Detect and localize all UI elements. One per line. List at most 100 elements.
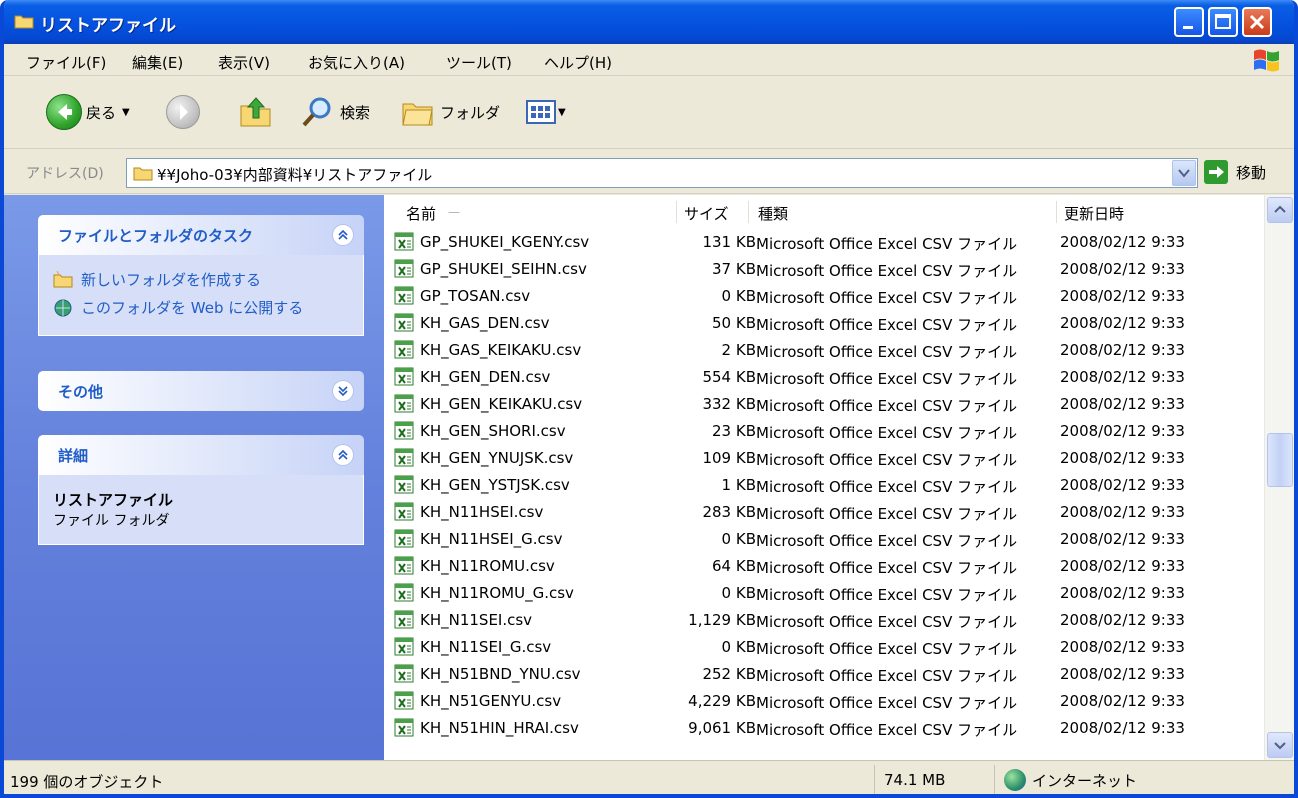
file-name: KH_N51HIN_HRAI.csv: [420, 719, 579, 737]
file-row[interactable]: KH_GAS_KEIKAKU.csv 2 KB Microsoft Office E…: [384, 337, 1264, 364]
file-type: Microsoft Office Excel CSV ファイル: [756, 505, 1018, 523]
expand-down-icon[interactable]: [332, 380, 354, 402]
chevron-down-icon[interactable]: ▼: [122, 107, 130, 118]
menu-help[interactable]: ヘルプ(H): [544, 52, 612, 73]
views-button[interactable]: ▼: [526, 91, 566, 133]
file-row[interactable]: KH_N51BND_YNU.csv 252 KB Microsoft Office …: [384, 661, 1264, 688]
scroll-thumb[interactable]: [1267, 433, 1293, 487]
maximize-icon: [1215, 14, 1231, 29]
file-row[interactable]: KH_GEN_SHORI.csv 23 KB Microsoft Office Ex…: [384, 418, 1264, 445]
file-name: KH_GAS_KEIKAKU.csv: [420, 341, 582, 359]
file-type: Microsoft Office Excel CSV ファイル: [756, 316, 1018, 334]
excel-csv-file-icon: [394, 340, 414, 359]
file-size: 0 KB: [721, 287, 756, 305]
file-row[interactable]: GP_TOSAN.csv 0 KB Microsoft Office Excel C…: [384, 283, 1264, 310]
views-chevron-down-icon[interactable]: ▼: [558, 107, 566, 118]
scroll-down-button[interactable]: [1267, 732, 1293, 758]
file-row[interactable]: GP_SHUKEI_KGENY.csv 131 KB Microsoft Offic…: [384, 229, 1264, 256]
chevron-up-icon: [1274, 205, 1286, 213]
file-type: Microsoft Office Excel CSV ファイル: [756, 451, 1018, 469]
file-row[interactable]: KH_GEN_KEIKAKU.csv 332 KB Microsoft Office…: [384, 391, 1264, 418]
collapse-up-icon[interactable]: [332, 224, 354, 246]
title-bar[interactable]: リストアファイル: [4, 0, 1294, 44]
up-folder-button[interactable]: [238, 91, 274, 133]
column-separator[interactable]: [676, 201, 677, 223]
folders-button[interactable]: フォルダ: [400, 91, 500, 133]
go-button[interactable]: 移動: [1204, 160, 1266, 184]
views-icon: [526, 100, 556, 124]
file-row[interactable]: KH_N11HSEI.csv 283 KB Microsoft Office Exc…: [384, 499, 1264, 526]
excel-csv-file-icon: [394, 529, 414, 548]
file-tasks-header[interactable]: ファイルとフォルダのタスク: [38, 215, 364, 255]
file-name: KH_GEN_SHORI.csv: [420, 422, 566, 440]
new-folder-label: 新しいフォルダを作成する: [81, 270, 262, 289]
file-name: KH_N11ROMU_G.csv: [420, 584, 574, 602]
scroll-up-button[interactable]: [1267, 197, 1293, 223]
file-size: 50 KB: [712, 314, 756, 332]
file-row[interactable]: KH_GAS_DEN.csv 50 KB Microsoft Office Exce…: [384, 310, 1264, 337]
file-row[interactable]: KH_GEN_YSTJSK.csv 1 KB Microsoft Office Ex…: [384, 472, 1264, 499]
details-title: 詳細: [58, 447, 89, 465]
explorer-window: リストアファイル ファイル(F) 編集(E) 表示(V) お気に入り(A) ツー…: [0, 0, 1298, 798]
file-row[interactable]: KH_GEN_YNUJSK.csv 109 KB Microsoft Office …: [384, 445, 1264, 472]
file-modified: 2008/02/12 9:33: [1060, 260, 1185, 278]
file-row[interactable]: KH_N11HSEI_G.csv 0 KB Microsoft Office Exc…: [384, 526, 1264, 553]
column-modified[interactable]: 更新日時: [1064, 203, 1124, 224]
details-header[interactable]: 詳細: [38, 435, 364, 475]
file-row[interactable]: KH_GEN_DEN.csv 554 KB Microsoft Office Exc…: [384, 364, 1264, 391]
other-places-header[interactable]: その他: [38, 371, 364, 411]
publish-web-link[interactable]: このフォルダを Web に公開する: [53, 293, 349, 321]
forward-button[interactable]: [166, 91, 200, 133]
excel-csv-file-icon: [394, 664, 414, 683]
column-size[interactable]: サイズ: [684, 203, 729, 224]
column-separator[interactable]: [1056, 201, 1057, 223]
excel-csv-file-icon: [394, 286, 414, 305]
file-rows: GP_SHUKEI_KGENY.csv 131 KB Microsoft Offic…: [384, 229, 1264, 742]
address-bar: アドレス(D) ¥¥Joho-03¥内部資料¥リストアファイル 移動: [4, 150, 1294, 194]
menu-view[interactable]: 表示(V): [218, 52, 270, 73]
file-size: 0 KB: [721, 638, 756, 656]
minimize-button[interactable]: [1174, 7, 1204, 37]
file-row[interactable]: KH_N51HIN_HRAI.csv 9,061 KB Microsoft Offi…: [384, 715, 1264, 742]
column-type[interactable]: 種類: [758, 203, 788, 224]
excel-csv-file-icon: [394, 637, 414, 656]
collapse-up-icon[interactable]: [332, 444, 354, 466]
file-row[interactable]: KH_N11SEI.csv 1,129 KB Microsoft Office Ex…: [384, 607, 1264, 634]
menu-tools[interactable]: ツール(T): [446, 52, 512, 73]
excel-csv-file-icon: [394, 367, 414, 386]
file-row[interactable]: GP_SHUKEI_SEIHN.csv 37 KB Microsoft Office…: [384, 256, 1264, 283]
back-arrow-icon: [46, 94, 82, 130]
search-icon: [302, 97, 331, 127]
file-modified: 2008/02/12 9:33: [1060, 719, 1185, 737]
file-name: KH_GEN_KEIKAKU.csv: [420, 395, 583, 413]
security-zone: インターネット: [1004, 769, 1137, 791]
new-folder-link[interactable]: 新しいフォルダを作成する: [53, 265, 349, 293]
address-dropdown-button[interactable]: [1172, 160, 1196, 186]
search-button[interactable]: 検索: [300, 91, 370, 133]
file-row[interactable]: KH_N11SEI_G.csv 0 KB Microsoft Office Exce…: [384, 634, 1264, 661]
back-button[interactable]: 戻る ▼: [46, 91, 130, 133]
column-separator[interactable]: [748, 201, 749, 223]
menu-edit[interactable]: 編集(E): [132, 52, 183, 73]
vertical-scrollbar[interactable]: [1264, 195, 1294, 760]
excel-csv-file-icon: [394, 502, 414, 521]
column-name[interactable]: 名前: [406, 203, 436, 224]
menu-favorites[interactable]: お気に入り(A): [308, 52, 405, 73]
file-modified: 2008/02/12 9:33: [1060, 638, 1185, 656]
file-size: 554 KB: [702, 368, 756, 386]
file-size: 131 KB: [702, 233, 756, 251]
file-type: Microsoft Office Excel CSV ファイル: [756, 613, 1018, 631]
maximize-button[interactable]: [1208, 7, 1238, 37]
excel-csv-file-icon: [394, 259, 414, 278]
file-row[interactable]: KH_N11ROMU_G.csv 0 KB Microsoft Office Exc…: [384, 580, 1264, 607]
menu-file[interactable]: ファイル(F): [26, 52, 106, 73]
file-row[interactable]: KH_N51GENYU.csv 4,229 KB Microsoft Office …: [384, 688, 1264, 715]
excel-csv-file-icon: [394, 448, 414, 467]
file-row[interactable]: KH_N11ROMU.csv 64 KB Microsoft Office Exce…: [384, 553, 1264, 580]
object-count: 199 個のオブジェクト: [10, 773, 164, 791]
close-button[interactable]: [1242, 7, 1272, 37]
file-type: Microsoft Office Excel CSV ファイル: [756, 721, 1018, 739]
file-list: 名前 — サイズ 種類 更新日時 GP_SHUKEI_KGENY.csv 131 …: [384, 195, 1264, 760]
address-field[interactable]: ¥¥Joho-03¥内部資料¥リストアファイル: [126, 158, 1198, 188]
file-name: KH_GEN_YNUJSK.csv: [420, 449, 574, 467]
